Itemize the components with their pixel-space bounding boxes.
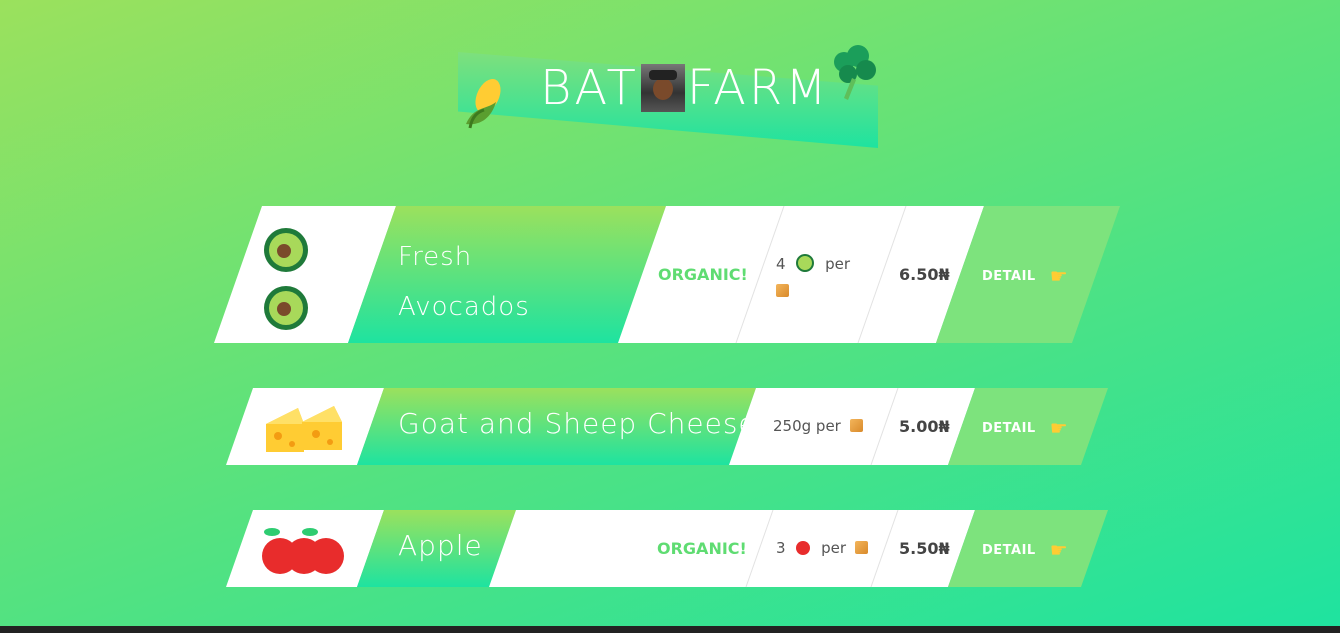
product-name: Fresh Avocados — [398, 232, 530, 332]
cheese-icon — [266, 406, 342, 452]
organic-badge: ORGANIC! — [658, 265, 748, 284]
per-label: per — [821, 539, 847, 557]
quantity-per: 250g per — [773, 417, 863, 435]
logo: BAT FARM — [458, 42, 878, 152]
logo-title-left: BAT — [540, 60, 639, 116]
logo-title-right: FARM — [686, 60, 830, 116]
logo-title: BAT FARM — [540, 60, 830, 116]
detail-label: DETAIL — [982, 268, 1036, 284]
product-name-line1: Fresh — [398, 242, 473, 272]
per-label: per — [825, 255, 851, 273]
quantity-value: 3 — [776, 539, 786, 557]
organic-badge: ORGANIC! — [657, 539, 747, 558]
quantity-per: 4 per — [776, 251, 850, 305]
pointing-hand-icon: ☛ — [1049, 416, 1069, 440]
box-icon — [849, 419, 863, 432]
pointing-hand-icon: ☛ — [1049, 538, 1069, 562]
logo-avatar — [640, 64, 685, 112]
price: 5.50₦ — [899, 539, 950, 558]
broccoli-icon — [834, 45, 876, 100]
price: 6.50₦ — [899, 265, 950, 284]
detail-button[interactable]: DETAIL ☛ — [982, 538, 1068, 562]
detail-button[interactable]: DETAIL ☛ — [982, 416, 1068, 440]
avocado-icon — [264, 228, 308, 330]
detail-label: DETAIL — [982, 420, 1036, 436]
product-name: Goat and Sheep Cheese — [398, 407, 757, 440]
corn-icon — [466, 79, 501, 129]
box-icon — [776, 284, 789, 297]
product-name-line2: Avocados — [398, 292, 530, 322]
product-name: Apple — [398, 529, 483, 562]
price: 5.00₦ — [899, 417, 950, 436]
bottom-bar — [0, 626, 1340, 633]
detail-button[interactable]: DETAIL ☛ — [982, 264, 1068, 288]
apple-icon — [262, 528, 344, 574]
pointing-hand-icon: ☛ — [1049, 264, 1069, 288]
box-icon — [854, 541, 868, 554]
quantity-per: 3 per — [776, 539, 868, 557]
avocado-small-icon — [796, 254, 815, 272]
quantity-value: 4 — [776, 255, 786, 273]
quantity-value: 250g per — [773, 417, 841, 435]
detail-label: DETAIL — [982, 542, 1036, 558]
apple-small-icon — [796, 541, 811, 555]
